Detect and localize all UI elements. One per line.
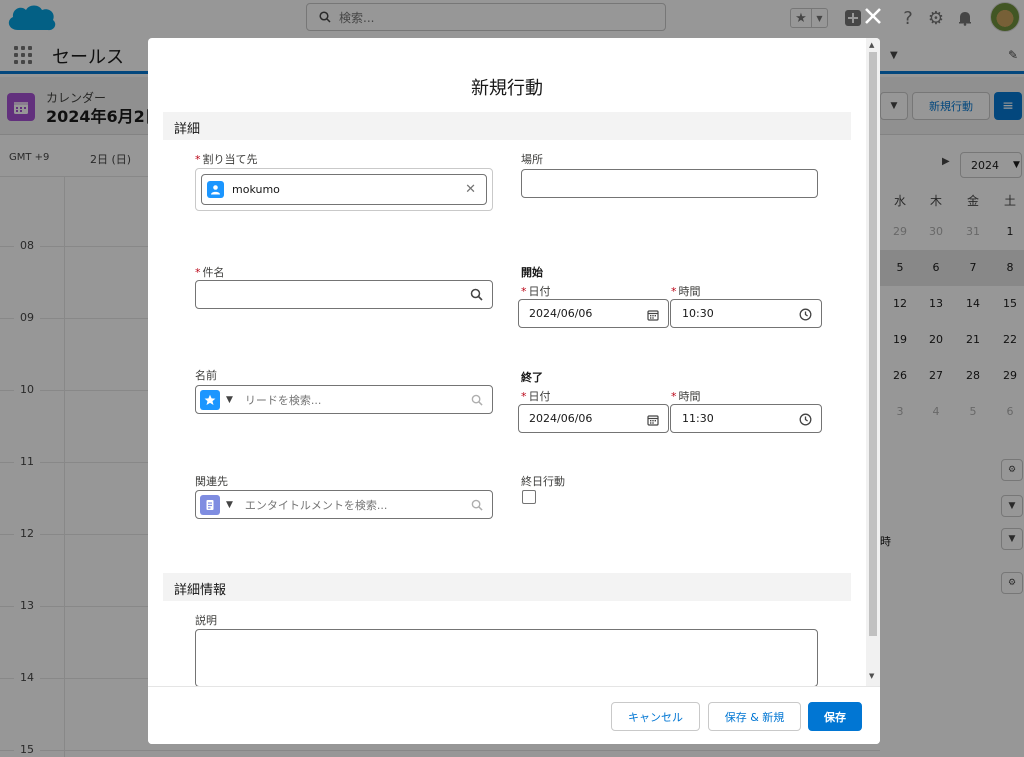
related-to-lookup[interactable]: ▼ エンタイトルメントを検索... [195,490,493,519]
save-button[interactable]: 保存 [808,702,862,731]
start-label: 開始 [521,266,543,279]
related-to-placeholder: エンタイトルメントを検索... [244,498,388,512]
search-icon [471,499,483,511]
end-time-value: 11:30 [682,412,714,425]
name-label: 名前 [195,369,217,382]
assigned-to-field[interactable]: mokumo ✕ [195,168,493,211]
modal-footer: キャンセル 保存 & 新規 保存 [148,686,880,744]
cancel-button[interactable]: キャンセル [611,702,700,731]
scroll-down-arrow-icon[interactable]: ▼ [869,672,874,680]
user-icon [207,181,224,198]
start-time-input[interactable]: 10:30 [670,299,822,328]
end-time-input[interactable]: 11:30 [670,404,822,433]
save-and-new-button[interactable]: 保存 & 新規 [708,702,801,731]
end-date-value: 2024/06/06 [529,412,593,425]
assigned-user-pill[interactable]: mokumo ✕ [201,174,487,205]
section-header-more-info: 詳細情報 [163,573,851,601]
description-textarea[interactable] [195,629,818,687]
chevron-down-icon[interactable]: ▼ [226,500,233,510]
end-label: 終了 [521,371,543,384]
assigned-user-name: mokumo [232,183,280,196]
calendar-icon[interactable] [647,309,659,321]
start-time-value: 10:30 [682,307,714,320]
modal-scrollbar[interactable]: ▲ ▼ [866,38,880,686]
name-placeholder: リードを検索... [244,393,322,407]
chevron-down-icon[interactable]: ▼ [226,395,233,405]
search-icon [471,394,483,406]
all-day-label: 終日行動 [521,475,565,488]
close-icon[interactable] [862,5,884,27]
start-date-value: 2024/06/06 [529,307,593,320]
clock-icon[interactable] [799,413,812,426]
subject-label: * 件名 [195,266,225,279]
subject-label-text: 件名 [202,266,225,279]
scroll-up-arrow-icon[interactable]: ▲ [869,41,874,49]
related-to-label: 関連先 [195,475,228,488]
lead-star-icon[interactable] [200,389,220,410]
assigned-to-label-text: 割り当て先 [202,153,258,166]
description-label: 説明 [195,614,217,627]
section-header-details: 詳細 [163,112,851,140]
start-date-label-text: 日付 [528,285,551,298]
modal-title: 新規行動 [471,78,543,99]
start-time-label: * 時間 [671,285,701,298]
subject-combobox[interactable] [195,280,493,309]
assigned-to-label: * 割り当て先 [195,153,258,166]
start-time-label-text: 時間 [678,285,701,298]
end-time-label: * 時間 [671,390,701,403]
end-date-input[interactable]: 2024/06/06 [518,404,669,433]
remove-close-icon[interactable]: ✕ [465,182,476,197]
start-date-input[interactable]: 2024/06/06 [518,299,669,328]
end-time-label-text: 時間 [678,390,701,403]
location-input[interactable] [521,169,818,198]
location-label: 場所 [521,153,543,166]
end-date-label-text: 日付 [528,390,551,403]
new-event-modal: 新規行動 詳細 * 割り当て先 mokumo ✕ 場所 * 件名 開始 * 日付 20… [148,38,880,744]
end-date-label: * 日付 [521,390,551,403]
name-lookup[interactable]: ▼ リードを検索... [195,385,493,414]
clock-icon[interactable] [799,308,812,321]
entitlement-icon[interactable] [200,494,220,515]
start-date-label: * 日付 [521,285,551,298]
all-day-checkbox[interactable] [522,490,536,504]
calendar-icon[interactable] [647,414,659,426]
modal-body: 新規行動 詳細 * 割り当て先 mokumo ✕ 場所 * 件名 開始 * 日付 20… [148,38,866,687]
scrollbar-thumb[interactable] [869,52,877,636]
search-icon [470,288,483,301]
